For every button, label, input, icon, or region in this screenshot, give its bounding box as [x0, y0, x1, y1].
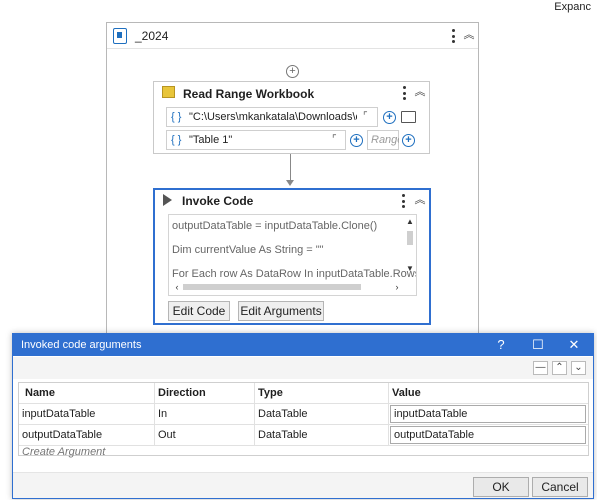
code-line: outputDataTable = inputDataTable.Clone()	[172, 220, 378, 232]
column-header-value[interactable]: Value	[389, 383, 588, 403]
sequence-more-icon[interactable]	[450, 28, 456, 44]
table-row[interactable]: inputDataTable In DataTable inputDataTab…	[19, 404, 588, 425]
argument-type-cell[interactable]: DataTable	[255, 404, 389, 424]
invoke-code-more-icon[interactable]	[400, 193, 406, 209]
dialog-titlebar: Invoked code arguments ? ☐ ✕	[13, 334, 593, 356]
column-header-direction[interactable]: Direction	[155, 383, 255, 403]
expand-field-icon[interactable]: ⌜	[332, 134, 337, 145]
edit-arguments-button[interactable]: Edit Arguments	[238, 301, 324, 321]
path-add-icon[interactable]: +	[383, 111, 396, 124]
code-preview[interactable]: outputDataTable = inputDataTable.Clone()…	[168, 214, 417, 296]
argument-name-cell[interactable]: outputDataTable	[19, 425, 155, 445]
scroll-down-icon[interactable]: ▼	[404, 263, 416, 275]
sheet-add-icon[interactable]: +	[350, 134, 363, 147]
column-header-name[interactable]: Name	[19, 383, 155, 403]
read-range-title: Read Range Workbook	[183, 87, 315, 101]
table-row[interactable]: outputDataTable Out DataTable outputData…	[19, 425, 588, 446]
ok-button[interactable]: OK	[473, 477, 529, 497]
invoke-code-header: Invoke Code ︽	[155, 190, 429, 212]
scroll-up-icon[interactable]: ▲	[404, 216, 416, 228]
sheet-name-value: "Table 1"	[189, 134, 233, 146]
sequence-collapse-icon[interactable]: ︽	[463, 29, 475, 41]
close-icon[interactable]: ✕	[566, 337, 582, 353]
argument-name-cell[interactable]: inputDataTable	[19, 404, 155, 424]
argument-value-input[interactable]: outputDataTable	[390, 426, 586, 444]
invoke-code-play-icon	[163, 194, 172, 206]
browse-folder-icon[interactable]	[401, 111, 416, 123]
invoke-code-activity[interactable]: Invoke Code ︽ outputDataTable = inputDat…	[153, 188, 431, 325]
sequence-header: _2024 ︽	[107, 23, 478, 49]
scroll-right-icon[interactable]: ›	[391, 281, 403, 293]
help-icon[interactable]: ?	[493, 337, 509, 352]
move-up-icon[interactable]: ⌃	[552, 361, 567, 375]
expression-brace-icon: { }	[171, 134, 182, 146]
expression-brace-icon: { }	[171, 111, 182, 123]
invoked-code-arguments-dialog[interactable]: Invoked code arguments ? ☐ ✕ — ⌃ ⌄ Name …	[12, 333, 594, 499]
excel-workbook-icon	[162, 86, 175, 98]
code-line: Dim currentValue As String = ""	[172, 244, 324, 256]
create-argument-link[interactable]: Create Argument	[22, 446, 105, 458]
dialog-footer: OK Cancel	[13, 472, 593, 498]
expand-field-icon[interactable]: ⌜	[363, 111, 368, 122]
maximize-icon[interactable]: ☐	[530, 337, 546, 353]
argument-direction-cell[interactable]: Out	[155, 425, 255, 445]
vertical-scroll-thumb[interactable]	[407, 231, 413, 245]
grid-header-row: Name Direction Type Value	[19, 383, 588, 404]
edit-code-button[interactable]: Edit Code	[168, 301, 230, 321]
read-range-workbook-activity[interactable]: Read Range Workbook ︽ { } "C:\Users\mkan…	[153, 81, 430, 154]
argument-value-input[interactable]: inputDataTable	[390, 405, 586, 423]
remove-argument-icon[interactable]: —	[533, 361, 548, 375]
dialog-title: Invoked code arguments	[21, 339, 142, 351]
range-add-icon[interactable]: +	[402, 134, 415, 147]
cancel-button[interactable]: Cancel	[532, 477, 588, 497]
workbook-path-field[interactable]: { } "C:\Users\mkankatala\Downloads\cf44 …	[166, 107, 378, 127]
invoke-code-collapse-icon[interactable]: ︽	[414, 194, 426, 206]
arguments-grid: Name Direction Type Value inputDataTable…	[18, 382, 589, 458]
horizontal-scrollbar[interactable]: ‹ ›	[171, 281, 403, 293]
horizontal-scroll-thumb[interactable]	[183, 284, 361, 290]
dialog-toolbar: — ⌃ ⌄	[13, 357, 593, 379]
expand-all-link[interactable]: Expanc	[554, 1, 591, 13]
read-range-collapse-icon[interactable]: ︽	[414, 86, 426, 98]
read-range-more-icon[interactable]	[401, 85, 407, 101]
code-line: For Each row As DataRow In inputDataTabl…	[172, 268, 417, 280]
add-activity-plus-icon[interactable]: +	[286, 65, 299, 78]
read-range-header: Read Range Workbook ︽	[154, 82, 429, 104]
move-down-icon[interactable]: ⌄	[571, 361, 586, 375]
invoke-code-title: Invoke Code	[182, 194, 254, 208]
vertical-scrollbar[interactable]: ▲ ▼	[404, 216, 416, 277]
sheet-name-field[interactable]: { } "Table 1" ⌜	[166, 130, 346, 150]
sequence-title: _2024	[135, 29, 169, 43]
scroll-left-icon[interactable]: ‹	[171, 281, 183, 293]
range-field[interactable]: Range	[367, 130, 399, 150]
flow-arrow-icon	[286, 180, 294, 186]
column-header-type[interactable]: Type	[255, 383, 389, 403]
workbook-path-value: "C:\Users\mkankatala\Downloads\cf44	[189, 111, 357, 123]
argument-direction-cell[interactable]: In	[155, 404, 255, 424]
top-strip: Expanc	[0, 0, 597, 16]
argument-type-cell[interactable]: DataTable	[255, 425, 389, 445]
range-placeholder: Range	[371, 134, 399, 146]
sequence-icon	[113, 28, 127, 44]
